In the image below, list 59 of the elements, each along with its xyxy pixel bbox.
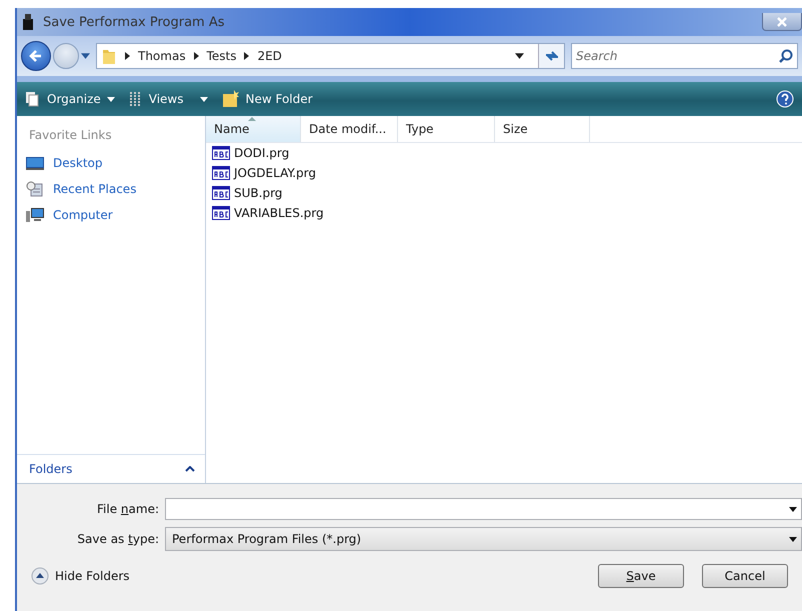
file-icon	[212, 186, 230, 200]
chevron-icon[interactable]	[194, 52, 199, 60]
back-arrow-icon	[28, 48, 44, 64]
dropdown-icon	[789, 536, 797, 542]
window-title: Save Performax Program As	[43, 14, 225, 30]
column-header[interactable]: Date modif...	[301, 116, 398, 142]
chevron-icon[interactable]	[125, 52, 130, 60]
file-type-dropdown[interactable]: Performax Program Files (*.prg)	[165, 527, 802, 551]
views-icon	[128, 91, 143, 107]
file-item[interactable]: VARIABLES.prg	[206, 203, 802, 223]
sidebar-item[interactable]: Desktop	[17, 150, 205, 176]
hide-folders-button[interactable]: Hide Folders	[31, 567, 130, 585]
sidebar-item[interactable]: Recent Places	[17, 176, 205, 202]
file-icon	[212, 146, 230, 160]
section-heading: Favorite Links	[28, 127, 113, 144]
file-icon	[212, 166, 230, 180]
close-button[interactable]	[762, 13, 802, 31]
close-icon	[777, 16, 787, 26]
back-button[interactable]	[21, 41, 51, 71]
views-button[interactable]: Views	[128, 91, 208, 107]
caret-icon	[106, 96, 115, 102]
save-button[interactable]: Save	[598, 564, 684, 588]
help-button[interactable]	[776, 90, 794, 108]
column-header[interactable]: Type	[398, 116, 495, 142]
cancel-button[interactable]: Cancel	[702, 564, 788, 588]
caret-icon	[200, 96, 208, 102]
breadcrumb[interactable]: Tests	[206, 49, 236, 63]
app-icon	[21, 14, 35, 30]
refresh-icon	[544, 49, 560, 63]
column-header[interactable]: Name	[206, 116, 301, 142]
dropdown-icon[interactable]	[789, 507, 797, 512]
refresh-button[interactable]	[538, 44, 564, 68]
pages-icon	[25, 91, 41, 107]
sidebar-item[interactable]: Computer	[17, 202, 205, 228]
file-item[interactable]: JOGDELAY.prg	[206, 163, 802, 183]
file-name-field[interactable]	[165, 498, 802, 520]
dropdown-icon[interactable]	[515, 53, 524, 59]
chevron-icon[interactable]	[244, 52, 250, 60]
new-folder-icon	[222, 90, 240, 108]
search-field[interactable]: Search	[571, 43, 798, 69]
folder-icon	[101, 47, 117, 65]
field-label: File name:	[96, 502, 160, 516]
breadcrumb[interactable]: Thomas	[138, 49, 186, 63]
organize-button[interactable]: Organize	[25, 91, 115, 107]
breadcrumb[interactable]: 2ED	[257, 49, 282, 63]
file-icon	[212, 206, 230, 220]
help-icon	[776, 90, 794, 108]
new-folder-button[interactable]: New Folder	[222, 90, 313, 108]
address-bar[interactable]: Thomas Tests 2ED	[96, 43, 565, 69]
clock-document-icon	[25, 181, 45, 197]
column-header[interactable]: Size	[495, 116, 590, 142]
monitor-icon	[25, 155, 45, 171]
computer-icon	[25, 207, 45, 223]
sort-arrow-icon	[248, 117, 256, 121]
file-item[interactable]: DODI.prg	[206, 143, 802, 163]
file-item[interactable]: SUB.prg	[206, 183, 802, 203]
search-icon	[779, 49, 793, 63]
chevron-up-icon	[185, 466, 195, 472]
field-label: Save as type:	[76, 532, 160, 546]
